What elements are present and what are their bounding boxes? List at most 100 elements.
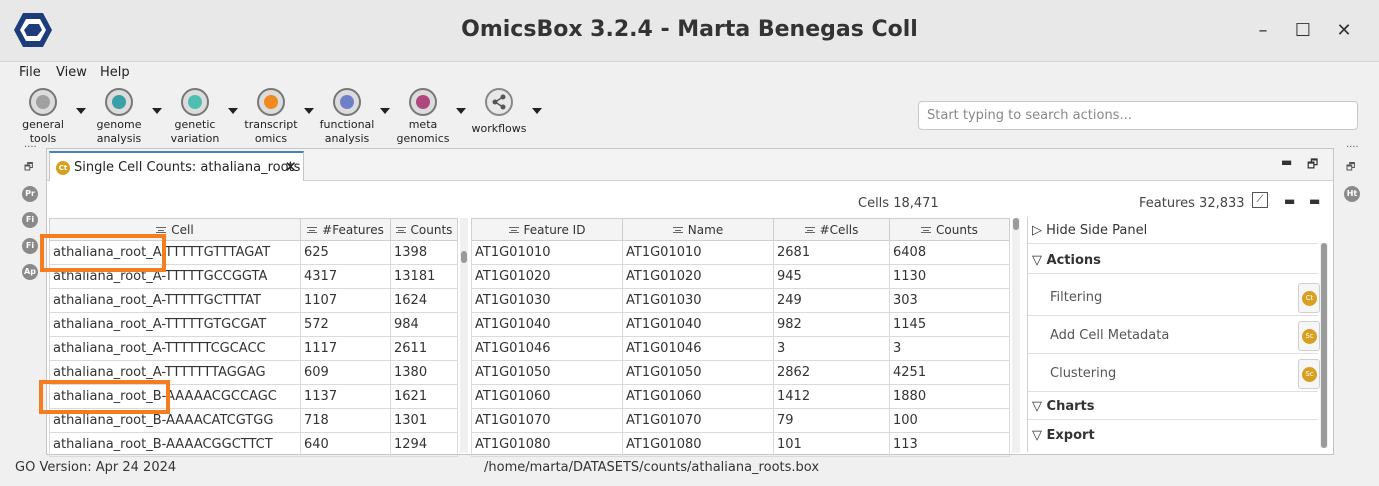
feature-id-cell[interactable]: AT1G01080: [471, 432, 623, 457]
column-header-counts[interactable]: Counts: [390, 218, 458, 241]
chevron-down-icon[interactable]: [152, 108, 162, 114]
maximize-icon[interactable]: ☐: [1290, 18, 1316, 44]
counts-cell[interactable]: 6408: [889, 240, 1010, 265]
features-count-cell[interactable]: 1137: [300, 384, 391, 409]
tool-transcriptomics[interactable]: transcript omics: [238, 88, 304, 144]
tool-general-tools[interactable]: general tools: [10, 88, 76, 144]
feature-id-cell[interactable]: AT1G01050: [471, 360, 623, 385]
table-row[interactable]: AT1G01046 AT1G01046 3 3: [471, 336, 1010, 361]
tab-single-cell-counts[interactable]: Ct Single Cell Counts: athaliana_roots ✕: [49, 151, 304, 181]
feature-id-cell[interactable]: AT1G01020: [471, 264, 623, 289]
minimize-side-icon[interactable]: ▬: [1284, 194, 1295, 208]
feature-id-cell[interactable]: AT1G01040: [471, 312, 623, 337]
menu-view[interactable]: View: [56, 65, 87, 80]
cells-count-cell[interactable]: 2681: [773, 240, 890, 265]
charts-section-header[interactable]: ▽ Charts: [1032, 399, 1094, 414]
dock-icon[interactable]: Fi: [22, 212, 38, 228]
features-count-cell[interactable]: 718: [300, 408, 391, 433]
tool-metagenomics[interactable]: meta genomics: [390, 88, 456, 144]
cells-count-cell[interactable]: 982: [773, 312, 890, 337]
chart-icon[interactable]: ⟋: [1252, 192, 1268, 208]
column-header-features[interactable]: #Features: [300, 218, 391, 241]
counts-cell[interactable]: 1621: [390, 384, 458, 409]
name-cell[interactable]: AT1G01040: [622, 312, 774, 337]
counts-cell[interactable]: 4251: [889, 360, 1010, 385]
features-scrollbar[interactable]: [1012, 218, 1020, 453]
export-section-header[interactable]: ▽ Export: [1032, 428, 1095, 443]
table-row[interactable]: AT1G01060 AT1G01060 1412 1880: [471, 384, 1010, 409]
add-cell-metadata-run-button[interactable]: Sc: [1298, 321, 1320, 351]
dock-icon[interactable]: Pr: [22, 186, 38, 202]
chevron-down-icon[interactable]: [76, 108, 86, 114]
feature-id-cell[interactable]: AT1G01030: [471, 288, 623, 313]
cells-scrollbar[interactable]: [460, 218, 468, 453]
chevron-down-icon[interactable]: [304, 108, 314, 114]
close-window-icon[interactable]: ✕: [1331, 18, 1357, 44]
feature-id-cell[interactable]: AT1G01060: [471, 384, 623, 409]
filtering-run-button[interactable]: Ct: [1298, 283, 1320, 313]
tool-functional-analysis[interactable]: functional analysis: [314, 88, 380, 144]
features-count-cell[interactable]: 4317: [300, 264, 391, 289]
dock-icon[interactable]: Ht: [1344, 186, 1360, 202]
actions-section-header[interactable]: ▽ Actions: [1032, 253, 1101, 268]
counts-cell[interactable]: 3: [889, 336, 1010, 361]
counts-cell[interactable]: 2611: [390, 336, 458, 361]
restore-side-icon[interactable]: ▬: [1309, 194, 1320, 208]
action-add-cell-metadata[interactable]: Add Cell Metadata: [1050, 328, 1169, 343]
feature-id-cell[interactable]: AT1G01046: [471, 336, 623, 361]
clustering-run-button[interactable]: Sc: [1298, 359, 1320, 389]
table-row[interactable]: AT1G01080 AT1G01080 101 113: [471, 432, 1010, 457]
table-row[interactable]: AT1G01040 AT1G01040 982 1145: [471, 312, 1010, 337]
cells-count-cell[interactable]: 1412: [773, 384, 890, 409]
minimize-icon[interactable]: –: [1250, 18, 1276, 44]
table-row[interactable]: athaliana_root_A-TTTTTGCTTTAT 1107 1624: [49, 288, 458, 313]
table-row[interactable]: AT1G01010 AT1G01010 2681 6408: [471, 240, 1010, 265]
cells-count-cell[interactable]: 2862: [773, 360, 890, 385]
counts-cell[interactable]: 1294: [390, 432, 458, 457]
features-count-cell[interactable]: 609: [300, 360, 391, 385]
tool-genetic-variation[interactable]: genetic variation: [162, 88, 228, 144]
cell-id-cell[interactable]: athaliana_root_A-TTTTTGTTTAGAT: [49, 240, 301, 265]
features-count-cell[interactable]: 1107: [300, 288, 391, 313]
cells-count-cell[interactable]: 79: [773, 408, 890, 433]
counts-cell[interactable]: 13181: [390, 264, 458, 289]
name-cell[interactable]: AT1G01010: [622, 240, 774, 265]
column-header-name[interactable]: Name: [622, 218, 774, 241]
name-cell[interactable]: AT1G01080: [622, 432, 774, 457]
action-filtering[interactable]: Filtering: [1050, 290, 1102, 305]
column-header-feature-id[interactable]: Feature ID: [471, 218, 623, 241]
cells-count-cell[interactable]: 249: [773, 288, 890, 313]
counts-cell[interactable]: 1398: [390, 240, 458, 265]
features-count-cell[interactable]: 640: [300, 432, 391, 457]
table-row[interactable]: athaliana_root_B-AAAACGGCTTCT 640 1294: [49, 432, 458, 457]
table-row[interactable]: athaliana_root_B-AAAACATCGTGG 718 1301: [49, 408, 458, 433]
column-header-cells[interactable]: #Cells: [773, 218, 890, 241]
dock-icon[interactable]: Fi: [22, 238, 38, 254]
column-header-counts[interactable]: Counts: [889, 218, 1010, 241]
name-cell[interactable]: AT1G01060: [622, 384, 774, 409]
menu-help[interactable]: Help: [100, 65, 130, 80]
feature-id-cell[interactable]: AT1G01070: [471, 408, 623, 433]
counts-cell[interactable]: 1624: [390, 288, 458, 313]
table-row[interactable]: AT1G01030 AT1G01030 249 303: [471, 288, 1010, 313]
cell-id-cell[interactable]: athaliana_root_B-AAAACATCGTGG: [49, 408, 301, 433]
counts-cell[interactable]: 1130: [889, 264, 1010, 289]
restore-icon[interactable]: 🗗: [1346, 160, 1355, 177]
table-row[interactable]: athaliana_root_A-TTTTTTCGCACC 1117 2611: [49, 336, 458, 361]
hide-side-panel-toggle[interactable]: ▷ Hide Side Panel: [1032, 223, 1147, 238]
name-cell[interactable]: AT1G01070: [622, 408, 774, 433]
cell-id-cell[interactable]: athaliana_root_B-AAAAACGCCAGC: [49, 384, 301, 409]
minimize-panel-icon[interactable]: ▬: [1281, 155, 1292, 169]
counts-cell[interactable]: 984: [390, 312, 458, 337]
table-row[interactable]: AT1G01020 AT1G01020 945 1130: [471, 264, 1010, 289]
scroll-thumb[interactable]: [1013, 218, 1019, 230]
counts-cell[interactable]: 100: [889, 408, 1010, 433]
counts-cell[interactable]: 1380: [390, 360, 458, 385]
name-cell[interactable]: AT1G01046: [622, 336, 774, 361]
counts-cell[interactable]: 303: [889, 288, 1010, 313]
table-row[interactable]: athaliana_root_A-TTTTTGTTTAGAT 625 1398: [49, 240, 458, 265]
cell-id-cell[interactable]: athaliana_root_A-TTTTTTCGCACC: [49, 336, 301, 361]
table-row[interactable]: athaliana_root_B-AAAAACGCCAGC 1137 1621: [49, 384, 458, 409]
name-cell[interactable]: AT1G01030: [622, 288, 774, 313]
cell-id-cell[interactable]: athaliana_root_A-TTTTTGTGCGAT: [49, 312, 301, 337]
